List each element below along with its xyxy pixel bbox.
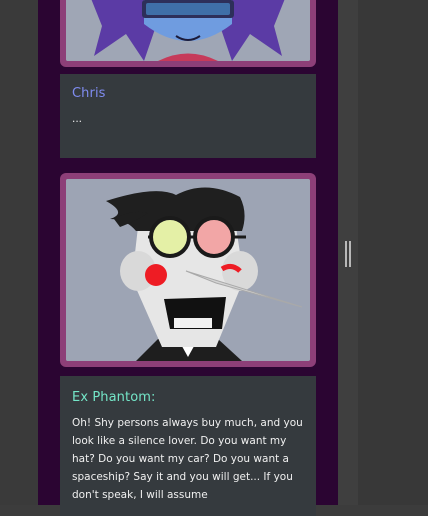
- speaker-name: Ex Phantom:: [72, 390, 156, 405]
- speaker-name: Chris: [72, 86, 106, 101]
- message-text: Oh! Shy persons always buy much, and you…: [72, 417, 303, 501]
- message-text: ...: [72, 113, 83, 125]
- message-card-chris: Chris ...: [60, 74, 316, 158]
- side-panel: [358, 0, 428, 505]
- spamton-portrait-icon: [66, 179, 310, 361]
- kris-portrait-art: [66, 0, 310, 61]
- spamton-portrait-art: [66, 179, 310, 361]
- chris-portrait-frame: [60, 0, 316, 67]
- kris-portrait-icon: [66, 0, 310, 61]
- resize-handle-icon[interactable]: [345, 241, 351, 267]
- message-card-phantom: Ex Phantom: Oh! Shy persons always buy m…: [60, 376, 316, 516]
- phantom-portrait-frame: [60, 173, 316, 367]
